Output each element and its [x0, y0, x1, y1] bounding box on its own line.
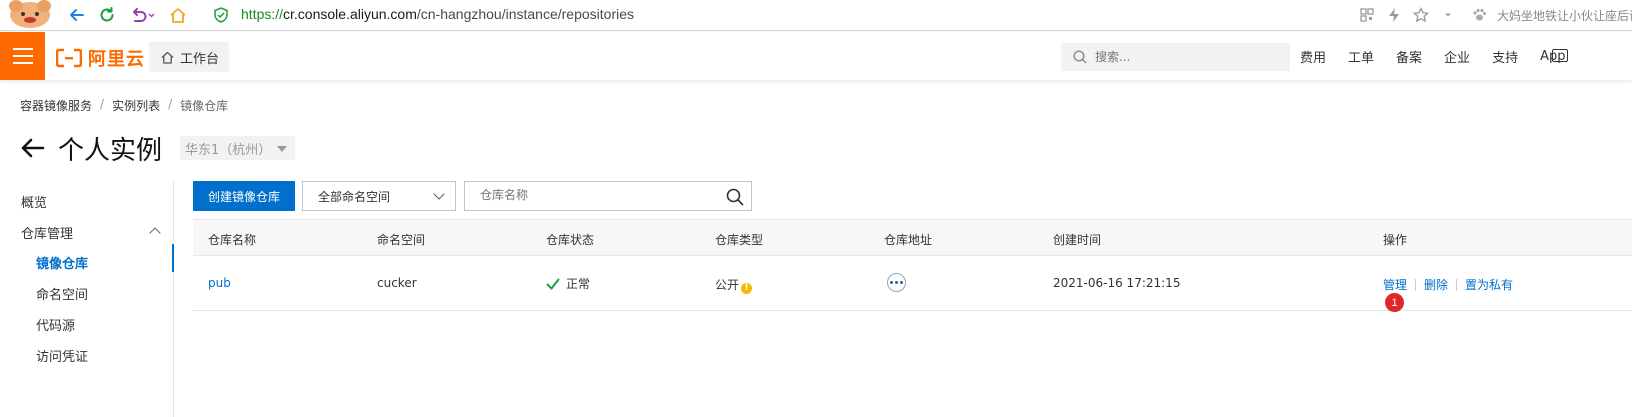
top-nav: 费用 工单 备案 企业 支持 App — [1300, 32, 1587, 80]
namespace-select[interactable]: 全部命名空间 — [302, 181, 456, 211]
repo-created-time: 2021-06-16 17:21:15 — [1053, 276, 1181, 290]
url-host: cr.console.aliyun.com — [283, 6, 417, 22]
home-icon[interactable] — [167, 4, 189, 26]
search-icon — [1073, 50, 1087, 64]
repo-namespace: cucker — [377, 276, 417, 290]
refresh-icon[interactable] — [96, 4, 118, 26]
region-select[interactable]: 华东1（杭州） — [180, 136, 296, 160]
repo-name-link[interactable]: pub — [208, 276, 231, 290]
repository-search-input[interactable] — [480, 188, 710, 202]
workbench-button[interactable]: 工作台 — [149, 42, 229, 72]
breadcrumb: 容器镜像服务 / 实例列表 / 镜像仓库 — [20, 97, 228, 114]
repository-search[interactable] — [464, 181, 752, 211]
action-divider — [1415, 278, 1417, 291]
repo-status-text: 正常 — [566, 277, 591, 291]
column-namespace: 命名空间 — [377, 233, 426, 247]
url-scheme: https:// — [241, 6, 284, 22]
page-title: 个人实例 — [58, 135, 163, 166]
column-actions: 操作 — [1383, 233, 1408, 247]
repo-type: 公开! — [715, 276, 753, 294]
chevron-up-icon[interactable] — [149, 227, 161, 239]
repo-status: 正常 — [546, 275, 590, 292]
annotation-badge: 1 — [1385, 293, 1404, 312]
breadcrumb-container-registry[interactable]: 容器镜像服务 — [20, 97, 92, 114]
undo-icon[interactable] — [127, 4, 157, 26]
more-options-icon[interactable] — [887, 273, 906, 292]
sidebar-item-namespaces[interactable]: 命名空间 — [36, 284, 88, 303]
repository-table: 仓库名称 命名空间 仓库状态 仓库类型 仓库地址 创建时间 操作 pub cuc… — [193, 219, 1632, 312]
table-row: pub cucker 正常 公开! 2021-06-16 17:21:15 管理… — [193, 256, 1632, 312]
dropdown-caret-icon[interactable] — [1439, 6, 1457, 24]
sidebar-item-access-credentials[interactable]: 访问凭证 — [36, 346, 88, 365]
column-repo-name: 仓库名称 — [208, 233, 257, 247]
breadcrumb-separator: / — [168, 97, 173, 111]
create-repository-button[interactable]: 创建镜像仓库 — [193, 181, 295, 211]
user-avatar-icon[interactable] — [4, 0, 52, 28]
global-search-input[interactable] — [1095, 50, 1275, 64]
make-private-link[interactable]: 置为私有 — [1465, 276, 1513, 293]
nav-support[interactable]: 支持 — [1492, 47, 1518, 66]
table-header: 仓库名称 命名空间 仓库状态 仓库类型 仓库地址 创建时间 操作 — [193, 219, 1632, 256]
sidebar: 概览 仓库管理 镜像仓库 命名空间 代码源 访问凭证 — [0, 181, 174, 417]
sidebar-item-code-source[interactable]: 代码源 — [36, 315, 75, 334]
workbench-label: 工作台 — [180, 51, 220, 67]
sidebar-item-overview[interactable]: 概览 — [21, 192, 47, 211]
url-path: /cn-hangzhou/instance/repositories — [416, 6, 635, 22]
sidebar-active-indicator — [172, 244, 174, 272]
logo-text: 阿里云 — [88, 49, 145, 70]
repo-type-text: 公开 — [715, 278, 740, 292]
row-actions: 管理 删除 置为私有 — [1383, 276, 1513, 293]
caret-down-icon — [277, 146, 288, 152]
terminal-icon[interactable] — [1552, 49, 1568, 62]
paw-icon — [1470, 6, 1488, 24]
sidebar-item-image-repositories[interactable]: 镜像仓库 — [36, 253, 88, 272]
search-icon[interactable] — [725, 187, 745, 207]
column-repo-type: 仓库类型 — [715, 233, 764, 247]
delete-link[interactable]: 删除 — [1424, 276, 1448, 293]
page-title-row: 个人实例 华东1（杭州） — [18, 130, 296, 166]
column-repo-address: 仓库地址 — [884, 233, 933, 247]
star-icon[interactable] — [1412, 6, 1430, 24]
nav-tickets[interactable]: 工单 — [1348, 47, 1374, 66]
sidebar-item-repo-management[interactable]: 仓库管理 — [21, 223, 73, 242]
console-header: 阿里云 工作台 费用 工单 备案 企业 支持 App — [0, 32, 1632, 80]
browser-toolbar: https://cr.console.aliyun.com/cn-hangzho… — [0, 0, 1632, 31]
region-select-value: 华东1（杭州） — [185, 142, 272, 158]
breadcrumb-instance-list[interactable]: 实例列表 — [112, 97, 160, 114]
qr-code-icon[interactable] — [1358, 6, 1376, 24]
address-bar[interactable]: https://cr.console.aliyun.com/cn-hangzho… — [241, 6, 634, 22]
home-icon — [161, 51, 174, 64]
lightning-icon[interactable] — [1385, 6, 1403, 24]
nav-enterprise[interactable]: 企业 — [1444, 47, 1470, 66]
global-search[interactable] — [1061, 43, 1290, 71]
news-headline[interactable]: 大妈坐地铁让小伙让座后训话 — [1497, 7, 1632, 24]
column-repo-status: 仓库状态 — [546, 233, 595, 247]
nav-icp-filing[interactable]: 备案 — [1396, 47, 1422, 66]
chevron-down-icon — [433, 188, 445, 200]
back-icon[interactable] — [66, 4, 88, 26]
check-icon — [546, 278, 560, 289]
secure-shield-icon — [210, 4, 232, 26]
nav-billing[interactable]: 费用 — [1300, 47, 1326, 66]
back-arrow-icon[interactable] — [18, 134, 46, 162]
action-divider — [1456, 278, 1458, 291]
breadcrumb-separator: / — [100, 97, 105, 111]
manage-link[interactable]: 管理 — [1383, 276, 1407, 293]
aliyun-logo-icon — [56, 48, 82, 68]
namespace-select-value: 全部命名空间 — [318, 189, 391, 204]
breadcrumb-current: 镜像仓库 — [180, 99, 229, 113]
warning-info-icon[interactable]: ! — [741, 283, 753, 294]
column-created-time: 创建时间 — [1053, 233, 1102, 247]
aliyun-logo[interactable]: 阿里云 — [56, 45, 145, 71]
hamburger-menu-icon[interactable] — [0, 32, 45, 80]
